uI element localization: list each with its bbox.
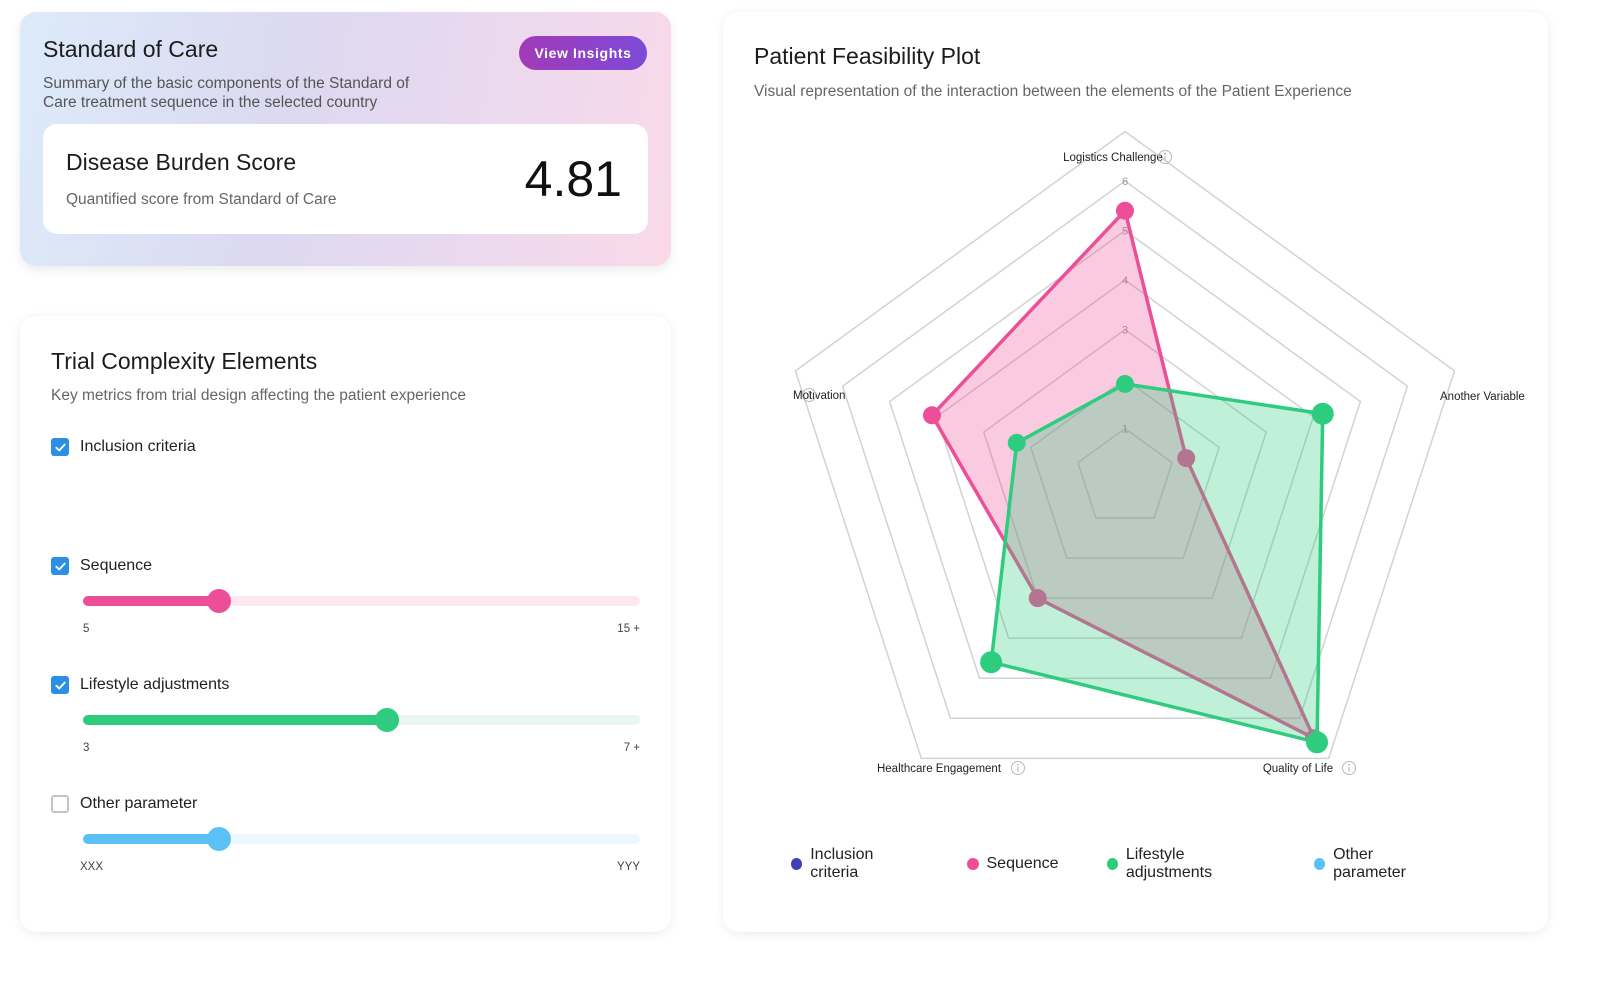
standard-of-care-description: Summary of the basic components of the S… bbox=[43, 75, 410, 111]
axis-label: Quality of Life bbox=[1263, 763, 1333, 775]
legend-dot bbox=[1106, 858, 1118, 870]
checkmark-icon bbox=[54, 681, 66, 689]
info-icon-dot bbox=[1164, 152, 1166, 155]
lifestyle-adjustments-slider-thumb[interactable] bbox=[375, 708, 400, 732]
legend-label: Other parameter bbox=[1333, 846, 1406, 881]
legend-item-inclusion-criteria[interactable]: Inclusion criteria bbox=[791, 846, 919, 882]
sequence-slider-fill bbox=[83, 596, 220, 606]
sequence-slider-thumb[interactable] bbox=[207, 589, 232, 613]
data-point bbox=[1116, 201, 1134, 220]
legend-item-sequence[interactable]: Sequence bbox=[966, 846, 1059, 882]
other-parameter-min-label: XXX bbox=[80, 861, 104, 873]
other-parameter-slider-fill bbox=[83, 834, 220, 844]
lifestyle-adjustments-min-label: 3 bbox=[83, 742, 90, 754]
data-point bbox=[1311, 402, 1334, 425]
sequence-max-label: 15 + bbox=[617, 623, 640, 635]
legend-item-lifestyle-adjustments[interactable]: Lifestyle adjustments bbox=[1106, 846, 1266, 882]
info-icon-dot bbox=[1348, 763, 1350, 766]
score-subtitle: Quantified score from Standard of Care bbox=[66, 191, 337, 208]
series-area bbox=[989, 382, 1325, 745]
axis-label: Motivation bbox=[793, 390, 845, 402]
score-title: Disease Burden Score bbox=[66, 149, 297, 175]
legend-label: Sequence bbox=[986, 855, 1059, 872]
data-point bbox=[1116, 374, 1134, 393]
lifestyle-adjustments-slider[interactable] bbox=[83, 708, 640, 732]
standard-of-care-title: Standard of Care bbox=[43, 36, 219, 62]
sequence-label: Sequence bbox=[80, 557, 153, 574]
disease-burden-score-box: Disease Burden Score Quantified score fr… bbox=[43, 124, 648, 234]
checkmark-icon bbox=[54, 443, 66, 451]
lifestyle-adjustments-checkbox[interactable] bbox=[51, 676, 69, 694]
chart-legend: Inclusion criteria Sequence Lifestyle ad… bbox=[791, 846, 1491, 882]
legend-dot bbox=[791, 858, 803, 870]
data-point bbox=[1306, 731, 1329, 754]
checkmark-icon bbox=[54, 562, 66, 570]
element-other-parameter: Other parameter XXX YYY bbox=[51, 793, 651, 873]
other-parameter-max-label: YYY bbox=[616, 861, 640, 873]
legend-label: Inclusion criteria bbox=[810, 846, 874, 881]
sequence-min-label: 5 bbox=[83, 623, 90, 635]
score-value: 4.81 bbox=[524, 151, 622, 207]
tick-label: 6 bbox=[1122, 176, 1128, 188]
data-point bbox=[922, 406, 941, 425]
other-parameter-slider[interactable] bbox=[83, 827, 640, 851]
info-icon-dot bbox=[1017, 763, 1019, 766]
patient-feasibility-card: Patient Feasibility Plot Visual represen… bbox=[723, 12, 1548, 932]
lifestyle-adjustments-slider-fill bbox=[83, 715, 388, 725]
other-parameter-checkbox[interactable] bbox=[51, 795, 69, 813]
trial-complexity-description: Key metrics from trial design affecting … bbox=[51, 387, 466, 404]
other-parameter-slider-thumb[interactable] bbox=[207, 827, 232, 851]
lifestyle-adjustments-max-label: 7 + bbox=[623, 742, 640, 754]
legend-label: Lifestyle adjustments bbox=[1125, 846, 1213, 881]
legend-dot bbox=[1313, 858, 1326, 870]
trial-complexity-title: Trial Complexity Elements bbox=[51, 348, 318, 374]
element-sequence: Sequence 5 15 + bbox=[51, 555, 651, 635]
lifestyle-adjustments-label: Lifestyle adjustments bbox=[80, 676, 230, 693]
element-inclusion-criteria: Inclusion criteria bbox=[51, 436, 651, 458]
standard-of-care-card: Standard of Care Summary of the basic co… bbox=[20, 12, 671, 266]
info-icon-dot bbox=[808, 390, 810, 393]
other-parameter-label: Other parameter bbox=[80, 795, 198, 812]
legend-dot bbox=[966, 858, 979, 870]
axis-label: Healthcare Engagement bbox=[877, 763, 1002, 775]
data-point bbox=[980, 651, 1003, 674]
axis-label: Logistics Challenge bbox=[1063, 152, 1163, 164]
element-lifestyle-adjustments: Lifestyle adjustments 3 7 + bbox=[51, 674, 651, 754]
trial-complexity-card: Trial Complexity Elements Key metrics fr… bbox=[20, 316, 671, 932]
inclusion-criteria-label: Inclusion criteria bbox=[80, 438, 196, 455]
inclusion-criteria-checkbox[interactable] bbox=[51, 438, 69, 456]
sequence-checkbox[interactable] bbox=[51, 557, 69, 575]
legend-item-other-parameter[interactable]: Other parameter bbox=[1313, 846, 1443, 882]
axis-label: Another Variable bbox=[1440, 391, 1525, 403]
sequence-slider[interactable] bbox=[83, 589, 640, 613]
radar-chart: 123456Logistics ChallengeAnother Variabl… bbox=[793, 130, 1525, 775]
view-insights-button[interactable]: View Insights bbox=[519, 36, 647, 70]
data-point bbox=[1007, 433, 1026, 452]
